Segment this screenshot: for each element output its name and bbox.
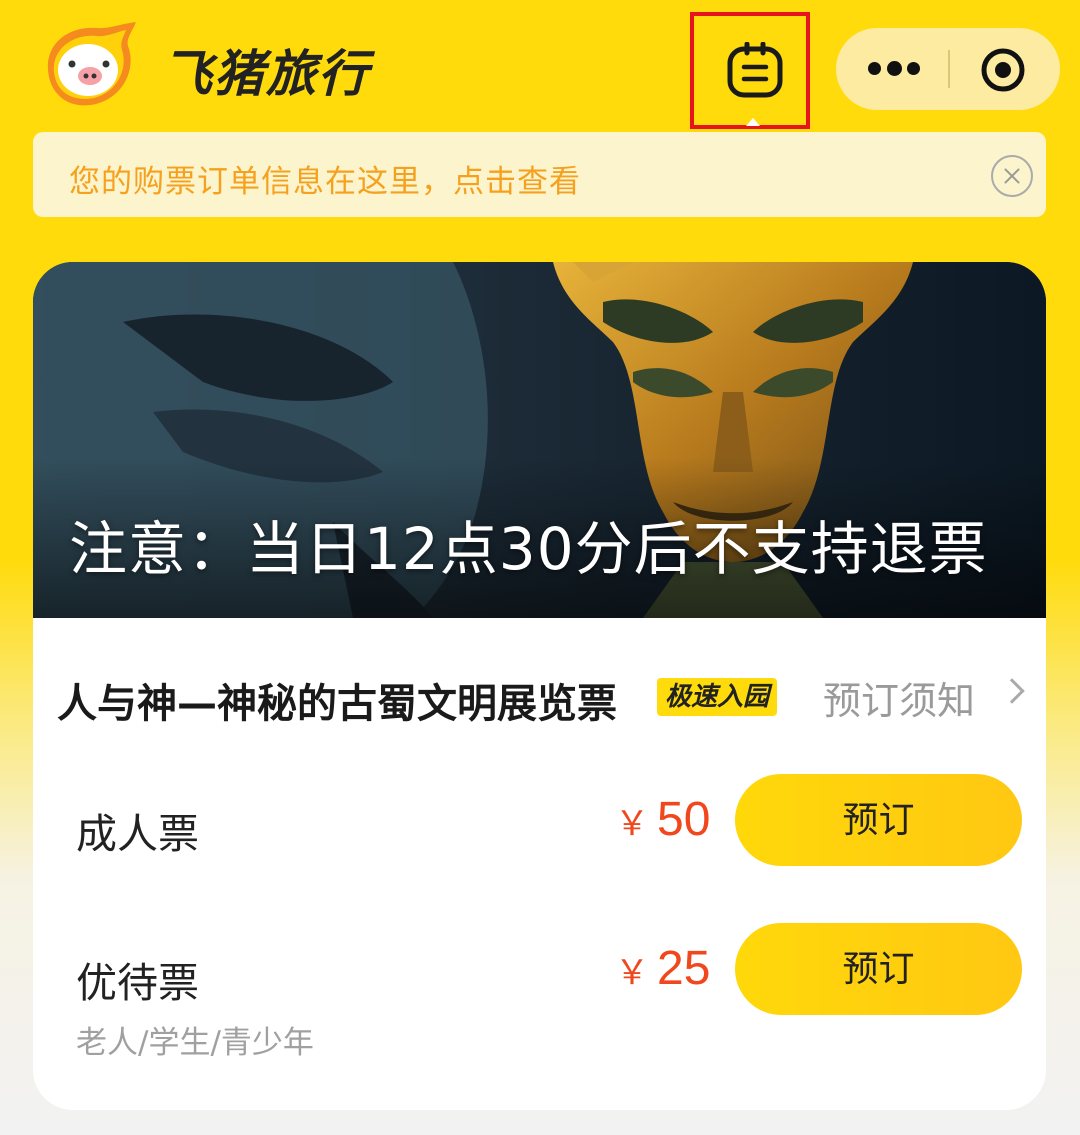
notice-text: 您的购票订单信息在这里，点击查看 bbox=[69, 164, 581, 200]
ticket-price: ￥ 25 bbox=[615, 941, 710, 996]
price-value: 50 bbox=[657, 793, 711, 846]
target-icon[interactable] bbox=[980, 47, 1026, 93]
fast-entry-badge: 极速入园 bbox=[657, 678, 778, 716]
top-bar: 飞猪旅行 bbox=[0, 0, 1080, 130]
chevron-right-icon[interactable] bbox=[999, 678, 1025, 704]
product-title-row: 人与神—神秘的古蜀文明展览票 极速入园 预订须知 bbox=[33, 618, 1046, 768]
my-orders-button[interactable] bbox=[690, 12, 810, 129]
ticket-card: 注意：当日12点30分后不支持退票 人与神—神秘的古蜀文明展览票 极速入园 预订… bbox=[33, 262, 1046, 1110]
ticket-eligibility: 老人/学生/青少年 bbox=[76, 1025, 314, 1061]
ticket-name: 优待票 bbox=[76, 959, 199, 1007]
book-button-adult[interactable]: 预订 bbox=[735, 774, 1022, 866]
ticket-row-adult: 成人票 ￥ 50 预订 bbox=[33, 770, 1046, 880]
order-notice-bar[interactable]: 您的购票订单信息在这里，点击查看 bbox=[33, 132, 1046, 217]
fliggy-logo-icon bbox=[47, 22, 137, 106]
currency-symbol: ￥ bbox=[615, 953, 649, 993]
currency-symbol: ￥ bbox=[615, 804, 649, 844]
close-circle-icon[interactable] bbox=[991, 155, 1033, 197]
refund-warning-caption: 注意：当日12点30分后不支持退票 bbox=[69, 515, 988, 583]
mini-program-capsule bbox=[836, 28, 1060, 110]
capsule-divider bbox=[948, 50, 950, 88]
tooltip-caret bbox=[746, 118, 760, 126]
exhibition-banner: 注意：当日12点30分后不支持退票 bbox=[33, 262, 1046, 618]
ticket-name: 成人票 bbox=[76, 810, 199, 858]
brand-name: 飞猪旅行 bbox=[162, 45, 370, 103]
order-list-icon bbox=[727, 42, 783, 98]
booking-notice-link[interactable]: 预订须知 bbox=[823, 670, 975, 725]
book-button-concession[interactable]: 预订 bbox=[735, 923, 1022, 1015]
product-title: 人与神—神秘的古蜀文明展览票 bbox=[57, 681, 617, 727]
ticket-row-concession: 优待票 老人/学生/青少年 ￥ 25 预订 bbox=[33, 919, 1046, 1061]
ticket-price: ￥ 50 bbox=[615, 792, 710, 847]
more-dots-icon[interactable] bbox=[868, 58, 920, 80]
price-value: 25 bbox=[657, 942, 711, 995]
